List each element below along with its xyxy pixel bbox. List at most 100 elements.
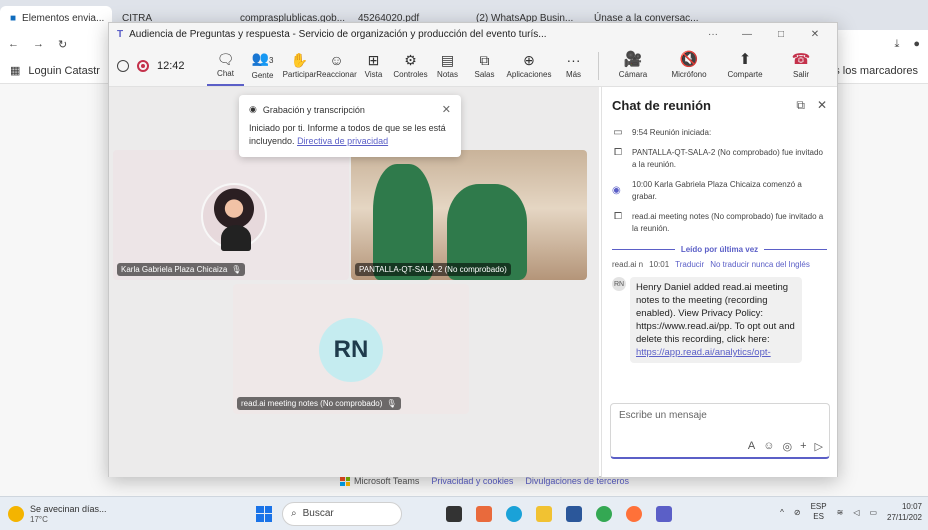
weather-icon [8,505,24,522]
teams-logo-icon: T [117,28,124,40]
profile-icon[interactable]: ● [913,38,920,50]
clock[interactable]: 10:07 27/11/202 [887,501,922,523]
hand-icon: ✋ [290,51,309,68]
send-icon[interactable]: ▷ [815,440,823,453]
emoji-icon[interactable]: ☺ [763,440,774,453]
controls-button[interactable]: ⚙ Controles [392,46,429,86]
chrome-icon[interactable] [596,505,612,522]
loop-icon[interactable]: ◎ [782,440,792,453]
close-icon[interactable]: ✕ [801,29,829,40]
chat-button[interactable]: 🗨 Chat [207,46,244,86]
avatar: RN [612,277,626,291]
task-view-icon[interactable] [446,505,462,522]
opt-out-link[interactable]: https://app.read.ai/analytics/opt- [636,347,771,358]
network-icon[interactable]: ⊘ [794,508,801,517]
third-party-link[interactable]: Divulgaciones de terceros [525,476,629,486]
start-button[interactable] [256,505,272,522]
battery-icon[interactable]: ▭ [869,508,877,517]
share-button[interactable]: ⬆ Comparte [717,46,773,86]
hangup-icon: ☎ [791,51,811,68]
microsoft-logo-icon [340,476,350,486]
teams-icon[interactable] [656,505,672,522]
attach-plus-icon[interactable]: + [800,440,806,453]
system-event: ◉ 10:00 Karla Gabriela Plaza Chicaiza com… [612,180,802,201]
chevron-up-icon[interactable]: ^ [780,508,784,517]
apps-button[interactable]: ⊕ Aplicaciones [503,46,555,86]
participant-tile[interactable]: RN read.ai meeting notes (No comprobado)… [233,284,469,414]
add-apps-icon: ⊕ [523,51,535,68]
people-icon: 👥3 [251,50,274,66]
toast-title: Grabación y transcripción [262,104,365,115]
participant-photo [201,183,267,251]
privacy-policy-link[interactable]: Directiva de privacidad [297,136,388,146]
invite-icon: ⧠ [614,211,622,222]
raise-hand-button[interactable]: ✋ Participar [281,46,318,86]
system-event: ⧠ PANTALLA-QT-SALA-2 (No comprobado) fue … [614,147,823,169]
never-translate-link[interactable]: No traducir nunca del Inglés [710,260,810,269]
minimize-icon[interactable]: — [733,29,761,40]
mic-muted-icon: 🎙 [231,265,242,274]
chat-icon: 🗨 [216,50,235,67]
popout-icon[interactable]: ⧉ [796,98,805,113]
people-button[interactable]: 👥3 Gente [244,46,281,86]
leave-button[interactable]: ☎ Salir [773,46,829,86]
format-icon[interactable]: A [748,440,755,453]
meeting-icon: ▭ [613,127,623,138]
maximize-icon[interactable]: □ [767,29,795,40]
more-options-icon[interactable]: ··· [699,29,727,40]
reload-icon[interactable]: ↻ [58,38,67,51]
view-button[interactable]: ⊞ Vista [355,46,392,86]
shield-icon [117,59,129,72]
window-title: Audiencia de Preguntas y respuesta - Ser… [129,28,547,40]
smile-icon: ☺ [329,51,344,68]
window-titlebar: T Audiencia de Preguntas y respuesta - S… [109,23,837,45]
camera-off-icon: 🎥 [623,51,643,68]
taskbar-search[interactable]: ⌕ Buscar [282,501,402,526]
forward-icon[interactable]: → [33,38,44,50]
apps-grid-icon[interactable]: ▦ [10,64,20,77]
notes-button[interactable]: ▤ Notas [429,46,466,86]
firefox-icon[interactable] [626,505,642,522]
camera-button[interactable]: 🎥 Cámara [605,46,661,86]
sender-name: read.ai n [612,260,644,269]
more-button[interactable]: ··· Más [555,46,592,86]
mic-button[interactable]: 🔇 Micrófono [661,46,717,86]
bookmark-loguin[interactable]: Loguin Catastr [28,65,100,77]
grid-icon: ⊞ [367,51,380,68]
privacy-link[interactable]: Privacidad y cookies [431,476,513,486]
participant-tile[interactable]: PANTALLA-QT-SALA-2 (No comprobado) [351,150,587,280]
search-icon: ⌕ [291,508,297,519]
mic-muted-icon: 🔇 [679,51,699,68]
wifi-icon[interactable]: ≋ [837,508,844,517]
page-footer: Microsoft Teams Privacidad y cookies Div… [340,476,629,486]
record-icon: ◉ [249,104,257,114]
windows-taskbar: Se avecinan días... 17°C ⌕ Buscar ^ ⊘ ESP E… [0,496,928,530]
weather-widget[interactable]: Se avecinan días... 17°C [0,504,200,524]
browser-tab[interactable]: ■ Elementos envia... [0,6,112,30]
notes-icon: ▤ [440,51,455,68]
system-tray: ^ ⊘ ESP ES ≋ ◁ ▭ 10:07 27/11/202 [780,501,922,523]
translate-link[interactable]: Traducir [675,260,704,269]
outlook-icon: ■ [10,12,17,24]
chat-title: Chat de reunión [612,97,711,113]
message-text: Henry Daniel added read.ai meeting notes… [636,282,795,345]
edge-icon[interactable] [506,505,522,522]
rooms-button[interactable]: ⧉ Salas [466,46,503,86]
volume-icon[interactable]: ◁ [853,508,859,517]
app-icon[interactable] [476,505,492,522]
file-explorer-icon[interactable] [536,505,552,522]
language-indicator[interactable]: ESP ES [811,502,827,522]
react-button[interactable]: ☺ Reaccionar [316,46,356,86]
participant-avatar: RN [319,318,383,382]
participant-name: read.ai meeting notes (No comprobado) [241,399,383,408]
participant-tile[interactable]: Karla Gabriela Plaza Chicaiza 🎙 [113,150,349,280]
composer-placeholder: Escribe un mensaje [619,410,707,421]
store-icon[interactable] [566,505,582,522]
download-icon[interactable]: ⤓ [894,38,899,51]
video-stage: Karla Gabriela Plaza Chicaiza 🎙 PANTALLA-… [109,87,599,477]
back-icon[interactable]: ← [8,38,19,50]
record-icon: ◉ [612,185,621,196]
message-composer[interactable]: Escribe un mensaje A ☺ ◎ + ▷ [610,403,830,459]
close-icon[interactable]: ✕ [442,103,451,116]
close-icon[interactable]: ✕ [817,98,827,112]
